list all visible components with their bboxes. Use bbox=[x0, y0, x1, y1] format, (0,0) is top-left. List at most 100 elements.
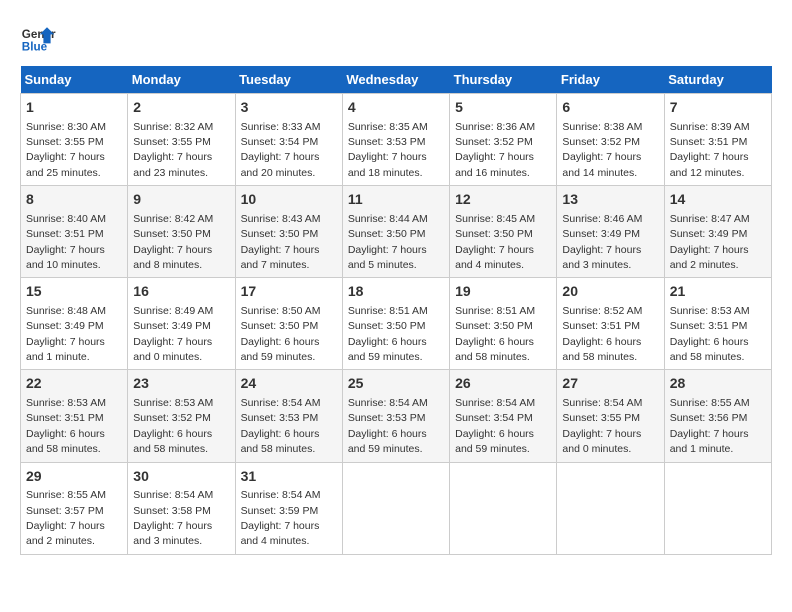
day-number: 24 bbox=[241, 374, 337, 394]
day-number: 12 bbox=[455, 190, 551, 210]
cell-info: Sunrise: 8:40 AMSunset: 3:51 PMDaylight:… bbox=[26, 213, 106, 271]
day-number: 10 bbox=[241, 190, 337, 210]
cell-info: Sunrise: 8:46 AMSunset: 3:49 PMDaylight:… bbox=[562, 213, 642, 271]
day-number: 20 bbox=[562, 282, 658, 302]
cell-info: Sunrise: 8:45 AMSunset: 3:50 PMDaylight:… bbox=[455, 213, 535, 271]
calendar-cell: 13 Sunrise: 8:46 AMSunset: 3:49 PMDayligh… bbox=[557, 186, 664, 278]
day-number: 27 bbox=[562, 374, 658, 394]
calendar-week-row: 29Sunrise: 8:55 AMSunset: 3:57 PMDayligh… bbox=[21, 462, 772, 554]
cell-info: Sunrise: 8:55 AMSunset: 3:57 PMDaylight:… bbox=[26, 489, 106, 547]
day-number: 5 bbox=[455, 98, 551, 118]
cell-info: Sunrise: 8:53 AMSunset: 3:51 PMDaylight:… bbox=[670, 305, 750, 363]
day-number: 23 bbox=[133, 374, 229, 394]
day-number: 7 bbox=[670, 98, 766, 118]
calendar-cell: 8 Sunrise: 8:40 AMSunset: 3:51 PMDaylight… bbox=[21, 186, 128, 278]
calendar-header-row: SundayMondayTuesdayWednesdayThursdayFrid… bbox=[21, 66, 772, 94]
cell-info: Sunrise: 8:43 AMSunset: 3:50 PMDaylight:… bbox=[241, 213, 321, 271]
calendar-week-row: 15Sunrise: 8:48 AMSunset: 3:49 PMDayligh… bbox=[21, 278, 772, 370]
day-number: 13 bbox=[562, 190, 658, 210]
day-number: 4 bbox=[348, 98, 444, 118]
cell-info: Sunrise: 8:53 AMSunset: 3:51 PMDaylight:… bbox=[26, 397, 106, 455]
calendar-cell: 19 Sunrise: 8:51 AMSunset: 3:50 PMDayligh… bbox=[450, 278, 557, 370]
cell-info: Sunrise: 8:54 AMSunset: 3:55 PMDaylight:… bbox=[562, 397, 642, 455]
calendar-cell bbox=[664, 462, 771, 554]
weekday-header: Wednesday bbox=[342, 66, 449, 94]
calendar-cell: 2 Sunrise: 8:32 AMSunset: 3:55 PMDaylight… bbox=[128, 94, 235, 186]
calendar-cell: 3Sunrise: 8:33 AMSunset: 3:54 PMDaylight… bbox=[235, 94, 342, 186]
calendar-cell: 28Sunrise: 8:55 AMSunset: 3:56 PMDayligh… bbox=[664, 370, 771, 462]
calendar-cell: 25 Sunrise: 8:54 AMSunset: 3:53 PMDayligh… bbox=[342, 370, 449, 462]
calendar-cell: 14 Sunrise: 8:47 AMSunset: 3:49 PMDayligh… bbox=[664, 186, 771, 278]
calendar-cell: 24 Sunrise: 8:54 AMSunset: 3:53 PMDayligh… bbox=[235, 370, 342, 462]
cell-info: Sunrise: 8:54 AMSunset: 3:53 PMDaylight:… bbox=[241, 397, 321, 455]
cell-info: Sunrise: 8:44 AMSunset: 3:50 PMDaylight:… bbox=[348, 213, 428, 271]
weekday-header: Sunday bbox=[21, 66, 128, 94]
svg-text:General: General bbox=[22, 28, 56, 41]
calendar-table: SundayMondayTuesdayWednesdayThursdayFrid… bbox=[20, 66, 772, 555]
cell-info: Sunrise: 8:51 AMSunset: 3:50 PMDaylight:… bbox=[348, 305, 428, 363]
day-number: 14 bbox=[670, 190, 766, 210]
weekday-header: Friday bbox=[557, 66, 664, 94]
day-number: 22 bbox=[26, 374, 122, 394]
day-number: 25 bbox=[348, 374, 444, 394]
weekday-header: Saturday bbox=[664, 66, 771, 94]
day-number: 1 bbox=[26, 98, 122, 118]
cell-info: Sunrise: 8:47 AMSunset: 3:49 PMDaylight:… bbox=[670, 213, 750, 271]
day-number: 19 bbox=[455, 282, 551, 302]
day-number: 9 bbox=[133, 190, 229, 210]
day-number: 26 bbox=[455, 374, 551, 394]
calendar-cell: 27 Sunrise: 8:54 AMSunset: 3:55 PMDayligh… bbox=[557, 370, 664, 462]
weekday-header: Monday bbox=[128, 66, 235, 94]
day-number: 30 bbox=[133, 467, 229, 487]
calendar-cell: 20 Sunrise: 8:52 AMSunset: 3:51 PMDayligh… bbox=[557, 278, 664, 370]
calendar-cell: 7 Sunrise: 8:39 AMSunset: 3:51 PMDaylight… bbox=[664, 94, 771, 186]
day-number: 16 bbox=[133, 282, 229, 302]
day-number: 21 bbox=[670, 282, 766, 302]
calendar-cell: 21 Sunrise: 8:53 AMSunset: 3:51 PMDayligh… bbox=[664, 278, 771, 370]
day-number: 17 bbox=[241, 282, 337, 302]
day-number: 6 bbox=[562, 98, 658, 118]
calendar-cell: 5 Sunrise: 8:36 AMSunset: 3:52 PMDaylight… bbox=[450, 94, 557, 186]
calendar-cell bbox=[450, 462, 557, 554]
day-number: 29 bbox=[26, 467, 122, 487]
day-number: 11 bbox=[348, 190, 444, 210]
logo-icon: General Blue bbox=[20, 20, 56, 56]
calendar-cell: 11 Sunrise: 8:44 AMSunset: 3:50 PMDayligh… bbox=[342, 186, 449, 278]
calendar-cell: 30Sunrise: 8:54 AMSunset: 3:58 PMDayligh… bbox=[128, 462, 235, 554]
cell-info: Sunrise: 8:49 AMSunset: 3:49 PMDaylight:… bbox=[133, 305, 213, 363]
cell-info: Sunrise: 8:42 AMSunset: 3:50 PMDaylight:… bbox=[133, 213, 213, 271]
calendar-cell: 26Sunrise: 8:54 AMSunset: 3:54 PMDayligh… bbox=[450, 370, 557, 462]
cell-info: Sunrise: 8:51 AMSunset: 3:50 PMDaylight:… bbox=[455, 305, 535, 363]
day-number: 8 bbox=[26, 190, 122, 210]
day-number: 2 bbox=[133, 98, 229, 118]
calendar-cell: 16 Sunrise: 8:49 AMSunset: 3:49 PMDayligh… bbox=[128, 278, 235, 370]
calendar-cell: 17Sunrise: 8:50 AMSunset: 3:50 PMDayligh… bbox=[235, 278, 342, 370]
calendar-body: 1 Sunrise: 8:30 AMSunset: 3:55 PMDaylight… bbox=[21, 94, 772, 555]
day-number: 15 bbox=[26, 282, 122, 302]
cell-info: Sunrise: 8:53 AMSunset: 3:52 PMDaylight:… bbox=[133, 397, 213, 455]
calendar-cell: 1 Sunrise: 8:30 AMSunset: 3:55 PMDaylight… bbox=[21, 94, 128, 186]
day-number: 31 bbox=[241, 467, 337, 487]
cell-info: Sunrise: 8:54 AMSunset: 3:59 PMDaylight:… bbox=[241, 489, 321, 547]
calendar-cell: 29Sunrise: 8:55 AMSunset: 3:57 PMDayligh… bbox=[21, 462, 128, 554]
calendar-cell: 9 Sunrise: 8:42 AMSunset: 3:50 PMDaylight… bbox=[128, 186, 235, 278]
calendar-cell: 6 Sunrise: 8:38 AMSunset: 3:52 PMDaylight… bbox=[557, 94, 664, 186]
cell-info: Sunrise: 8:54 AMSunset: 3:53 PMDaylight:… bbox=[348, 397, 428, 455]
cell-info: Sunrise: 8:39 AMSunset: 3:51 PMDaylight:… bbox=[670, 121, 750, 179]
calendar-cell: 23 Sunrise: 8:53 AMSunset: 3:52 PMDayligh… bbox=[128, 370, 235, 462]
page-header: General Blue bbox=[20, 20, 772, 56]
cell-info: Sunrise: 8:36 AMSunset: 3:52 PMDaylight:… bbox=[455, 121, 535, 179]
calendar-cell bbox=[342, 462, 449, 554]
cell-info: Sunrise: 8:54 AMSunset: 3:58 PMDaylight:… bbox=[133, 489, 213, 547]
weekday-header: Tuesday bbox=[235, 66, 342, 94]
calendar-cell: 10 Sunrise: 8:43 AMSunset: 3:50 PMDayligh… bbox=[235, 186, 342, 278]
calendar-week-row: 8 Sunrise: 8:40 AMSunset: 3:51 PMDaylight… bbox=[21, 186, 772, 278]
calendar-cell: 4Sunrise: 8:35 AMSunset: 3:53 PMDaylight… bbox=[342, 94, 449, 186]
weekday-header: Thursday bbox=[450, 66, 557, 94]
calendar-cell: 12 Sunrise: 8:45 AMSunset: 3:50 PMDayligh… bbox=[450, 186, 557, 278]
cell-info: Sunrise: 8:30 AMSunset: 3:55 PMDaylight:… bbox=[26, 121, 106, 179]
calendar-week-row: 1 Sunrise: 8:30 AMSunset: 3:55 PMDaylight… bbox=[21, 94, 772, 186]
cell-info: Sunrise: 8:32 AMSunset: 3:55 PMDaylight:… bbox=[133, 121, 213, 179]
cell-info: Sunrise: 8:38 AMSunset: 3:52 PMDaylight:… bbox=[562, 121, 642, 179]
cell-info: Sunrise: 8:52 AMSunset: 3:51 PMDaylight:… bbox=[562, 305, 642, 363]
